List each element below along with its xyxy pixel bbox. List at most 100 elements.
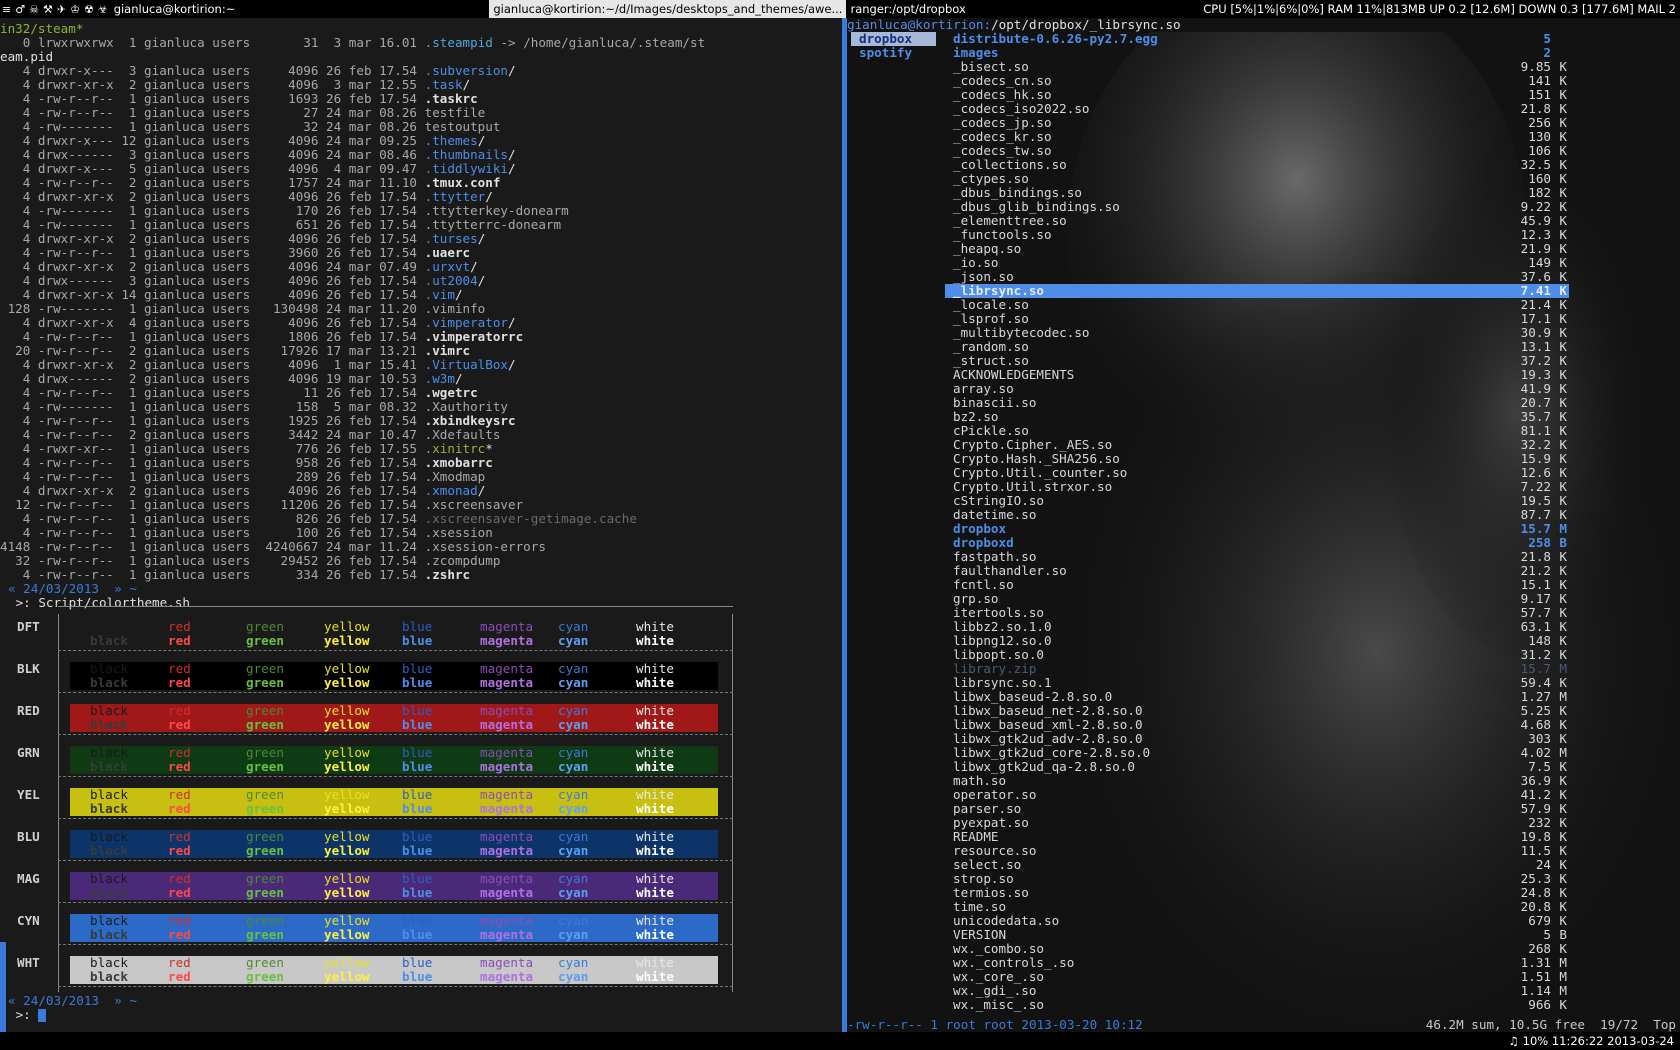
list-item[interactable]: 4 drwxr-x--- 3 gianluca users 4096 26 fe… [0, 64, 516, 78]
list-item[interactable]: 4 -rw-r--r-- 2 gianluca users 3442 24 ma… [0, 428, 501, 442]
list-item[interactable]: 4 -rw-r--r-- 2 gianluca users 1757 24 ma… [0, 176, 501, 190]
file-row[interactable]: binascii.so 20.7 K [945, 396, 1569, 410]
prompt-input[interactable]: >: [8, 1008, 47, 1022]
file-row[interactable]: _multibytecodec.so 30.9 K [945, 326, 1569, 340]
list-item[interactable]: 4 -rw-r--r-- 1 gianluca users 3960 26 fe… [0, 246, 470, 260]
file-row[interactable]: itertools.so 57.7 K [945, 606, 1569, 620]
file-row[interactable]: _json.so 37.6 K [945, 270, 1569, 284]
file-row[interactable]: VERSION 5 B [945, 928, 1569, 942]
file-row[interactable]: termios.so 24.8 K [945, 886, 1569, 900]
file-row[interactable]: resource.so 11.5 K [945, 844, 1569, 858]
file-row[interactable]: fcntl.so 15.1 K [945, 578, 1569, 592]
workspace-icon[interactable]: ✈ [55, 3, 68, 16]
window-tab-terminal[interactable]: gianluca@kortirion:~ [109, 0, 240, 18]
file-row[interactable]: libwx_gtk2ud_qa-2.8.so.0 7.5 K [945, 760, 1569, 774]
prompt-command[interactable]: >: Script/colortheme.sh [8, 596, 190, 610]
file-row[interactable]: wx._controls_.so 1.31 M [945, 956, 1569, 970]
file-row[interactable]: datetime.so 87.7 K [945, 508, 1569, 522]
file-row[interactable]: _io.so 149 K [945, 256, 1569, 270]
file-row[interactable]: libwx_gtk2ud_core-2.8.so.0 4.02 M [945, 746, 1569, 760]
list-item[interactable]: 4 drwxr-xr-x 4 gianluca users 4096 26 fe… [0, 316, 516, 330]
workspace-icon[interactable]: ☣ [96, 3, 110, 16]
list-item[interactable]: 4 -rwxr-xr-- 1 gianluca users 776 26 feb… [0, 442, 493, 456]
file-row[interactable]: faulthandler.so 21.2 K [945, 564, 1569, 578]
file-row[interactable]: images 2 [945, 46, 1569, 60]
file-row[interactable]: select.so 24 K [945, 858, 1569, 872]
file-row[interactable]: _locale.so 21.4 K [945, 298, 1569, 312]
list-item[interactable]: 4 drwxr-xr-x 2 gianluca users 4096 1 mar… [0, 358, 516, 372]
list-item[interactable]: 4 drwxr-xr-x 2 gianluca users 4096 26 fe… [0, 484, 486, 498]
file-row[interactable]: _ctypes.so 160 K [945, 172, 1569, 186]
file-row[interactable]: Crypto.Hash._SHA256.so 15.9 K [945, 452, 1569, 466]
workspace-icon[interactable]: ≡ [0, 3, 13, 16]
file-row[interactable]: README 19.8 K [945, 830, 1569, 844]
list-item[interactable]: 4 -rw-r--r-- 1 gianluca users 1693 26 fe… [0, 92, 478, 106]
list-item[interactable]: 4 -rw------- 1 gianluca users 32 24 mar … [0, 120, 501, 134]
file-row[interactable]: _dbus_glib_bindings.so 9.22 K [945, 200, 1569, 214]
file-row[interactable]: time.so 20.8 K [945, 900, 1569, 914]
file-row[interactable]: library.zip 15.7 M [945, 662, 1569, 676]
list-item[interactable]: 0 lrwxrwxrwx 1 gianluca users 31 3 mar 1… [0, 36, 705, 50]
file-row[interactable]: bz2.so 35.7 K [945, 410, 1569, 424]
list-item[interactable]: 4148 -rw-r--r-- 1 gianluca users 4240667… [0, 540, 546, 554]
file-row[interactable]: fastpath.so 21.8 K [945, 550, 1569, 564]
ranger-pane[interactable]: gianluca@kortirion:/opt/dropbox/_librsyn… [847, 18, 1680, 1032]
list-item[interactable]: 4 -rw-r--r-- 1 gianluca users 11 26 feb … [0, 386, 478, 400]
workspace-switcher[interactable]: ≡ ♂ ☠ ⚒ ✈ ♔ ☢ ☣ [0, 0, 110, 18]
file-row[interactable]: math.so 36.9 K [945, 774, 1569, 788]
file-row[interactable]: _codecs_jp.so 256 K [945, 116, 1569, 130]
list-item[interactable]: 4 -rw-r--r-- 1 gianluca users 289 26 feb… [0, 470, 486, 484]
parent-dir-item[interactable]: spotify [851, 46, 936, 60]
list-item[interactable]: 4 -rw------- 1 gianluca users 170 26 feb… [0, 204, 569, 218]
file-row[interactable]: libpng12.so.0 148 K [945, 634, 1569, 648]
file-row[interactable]: pyexpat.so 232 K [945, 816, 1569, 830]
file-row[interactable]: cStringIO.so 19.5 K [945, 494, 1569, 508]
file-row[interactable]: Crypto.Util._counter.so 12.6 K [945, 466, 1569, 480]
file-row[interactable]: _random.so 13.1 K [945, 340, 1569, 354]
file-row[interactable]: libwx_baseud_xml-2.8.so.0 4.68 K [945, 718, 1569, 732]
window-tab-ranger[interactable]: ranger:/opt/dropbox [846, 0, 970, 18]
file-row[interactable]: grp.so 9.17 K [945, 592, 1569, 606]
list-item[interactable]: 20 -rw-r--r-- 2 gianluca users 17926 17 … [0, 344, 470, 358]
file-row[interactable]: ACKNOWLEDGEMENTS 19.3 K [945, 368, 1569, 382]
file-row[interactable]: wx._gdi_.so 1.14 M [945, 984, 1569, 998]
file-row[interactable]: _codecs_iso2022.so 21.8 K [945, 102, 1569, 116]
file-row[interactable]: _collections.so 32.5 K [945, 158, 1569, 172]
list-item[interactable]: 128 -rw------- 1 gianluca users 130498 2… [0, 302, 486, 316]
list-item[interactable]: 4 -rw-r--r-- 1 gianluca users 334 26 feb… [0, 568, 470, 582]
file-row[interactable]: parser.so 57.9 K [945, 802, 1569, 816]
list-item[interactable]: 4 drwx------ 3 gianluca users 4096 26 fe… [0, 274, 486, 288]
file-row[interactable]: _lsprof.so 17.1 K [945, 312, 1569, 326]
file-row[interactable]: libbz2.so.1.0 63.1 K [945, 620, 1569, 634]
workspace-icon[interactable]: ☢ [82, 3, 96, 16]
parent-dir-item[interactable]: dropbox [851, 32, 936, 46]
file-row[interactable]: _bisect.so 9.85 K [945, 60, 1569, 74]
file-row[interactable]: Crypto.Cipher._AES.so 32.2 K [945, 438, 1569, 452]
list-item[interactable]: 4 drwxr-xr-x 2 gianluca users 4096 26 fe… [0, 232, 486, 246]
list-item[interactable]: 4 drwxr-x--- 5 gianluca users 4096 4 mar… [0, 162, 516, 176]
file-row[interactable]: wx._misc_.so 966 K [945, 998, 1569, 1012]
list-item[interactable]: 4 drwxr-x--- 12 gianluca users 4096 24 m… [0, 134, 486, 148]
file-row[interactable]: wx._core_.so 1.51 M [945, 970, 1569, 984]
file-row[interactable]: _heapq.so 21.9 K [945, 242, 1569, 256]
file-row[interactable]: libwx_gtk2ud_adv-2.8.so.0 303 K [945, 732, 1569, 746]
list-item[interactable]: 4 drwx------ 2 gianluca users 4096 19 ma… [0, 372, 463, 386]
file-row[interactable]: _codecs_tw.so 106 K [945, 144, 1569, 158]
list-item[interactable]: 4 -rw-r--r-- 1 gianluca users 100 26 feb… [0, 526, 493, 540]
file-row[interactable]: _dbus_bindings.so 182 K [945, 186, 1569, 200]
file-row[interactable]: librsync.so.1 59.4 K [945, 676, 1569, 690]
list-item[interactable]: 4 drwx------ 3 gianluca users 4096 24 ma… [0, 148, 516, 162]
file-row-selected[interactable]: _librsync.so 7.41 K [945, 284, 1569, 298]
file-row[interactable]: operator.so 41.2 K [945, 788, 1569, 802]
file-row[interactable]: unicodedata.so 679 K [945, 914, 1569, 928]
list-item[interactable]: 4 drwxr-xr-x 2 gianluca users 4096 26 fe… [0, 190, 493, 204]
workspace-icon[interactable]: ☠ [27, 3, 41, 16]
file-row[interactable]: libwx_baseud-2.8.so.0 1.27 M [945, 690, 1569, 704]
file-row[interactable]: strop.so 25.3 K [945, 872, 1569, 886]
file-row[interactable]: _functools.so 12.3 K [945, 228, 1569, 242]
file-row[interactable]: cPickle.so 81.1 K [945, 424, 1569, 438]
list-item[interactable]: 4 -rw-r--r-- 1 gianluca users 1806 26 fe… [0, 330, 523, 344]
file-row[interactable]: distribute-0.6.26-py2.7.egg 5 [945, 32, 1569, 46]
file-row[interactable]: _elementtree.so 45.9 K [945, 214, 1569, 228]
window-tab-images[interactable]: gianluca@kortirion:~/d/Images/desktops_a… [489, 0, 847, 18]
